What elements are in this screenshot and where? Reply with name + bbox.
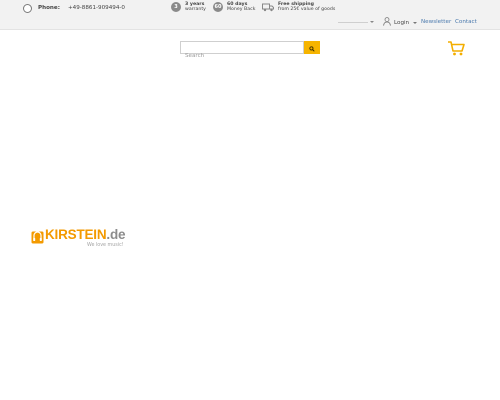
truck-icon — [262, 2, 274, 12]
logo-brand-text: KIRSTEIN.de — [45, 227, 126, 242]
contact-link[interactable]: Contact — [455, 19, 477, 25]
phone-contact[interactable]: Phone: +49-8861-909494-0 — [23, 3, 125, 13]
warranty-usp: 3 3 years warranty — [171, 2, 206, 13]
shipping-usp: Free shipping from 25€ value of goods — [262, 2, 335, 13]
warranty-subtitle: warranty — [185, 7, 206, 13]
phone-icon — [23, 3, 32, 13]
kirstein-logo-icon — [31, 229, 44, 243]
shipping-subtitle: from 25€ value of goods — [278, 7, 336, 13]
shopping-cart-button[interactable] — [447, 40, 465, 57]
user-icon — [383, 17, 391, 28]
money-back-usp: 60 60 days Money Back — [213, 2, 255, 13]
search-field — [180, 41, 304, 62]
phone-number: +49-8861-909494-0 — [67, 5, 125, 11]
money-back-subtitle: Money Back — [227, 7, 256, 13]
search-button[interactable] — [304, 41, 320, 54]
language-select-field — [338, 21, 368, 23]
phone-label: Phone: — [38, 5, 60, 11]
logo-domain-text: .de — [106, 227, 126, 242]
money-back-icon: 60 — [213, 2, 223, 13]
language-selector[interactable] — [338, 19, 376, 25]
newsletter-link[interactable]: Newsletter — [421, 19, 451, 25]
search-icon — [309, 40, 315, 55]
login-button[interactable]: Login — [383, 17, 418, 28]
top-info-bar: Phone: +49-8861-909494-0 3 3 years warra… — [0, 0, 500, 30]
login-label: Login — [394, 19, 410, 26]
search-input[interactable] — [181, 50, 303, 62]
logo-slogan: We love music! — [87, 243, 124, 248]
chevron-down-icon — [370, 21, 374, 23]
shopping-cart-icon — [447, 41, 465, 61]
kirstein-logo[interactable]: KIRSTEIN.de We love music! — [31, 228, 126, 253]
warranty-icon: 3 — [171, 2, 181, 13]
chevron-down-icon — [413, 21, 418, 24]
